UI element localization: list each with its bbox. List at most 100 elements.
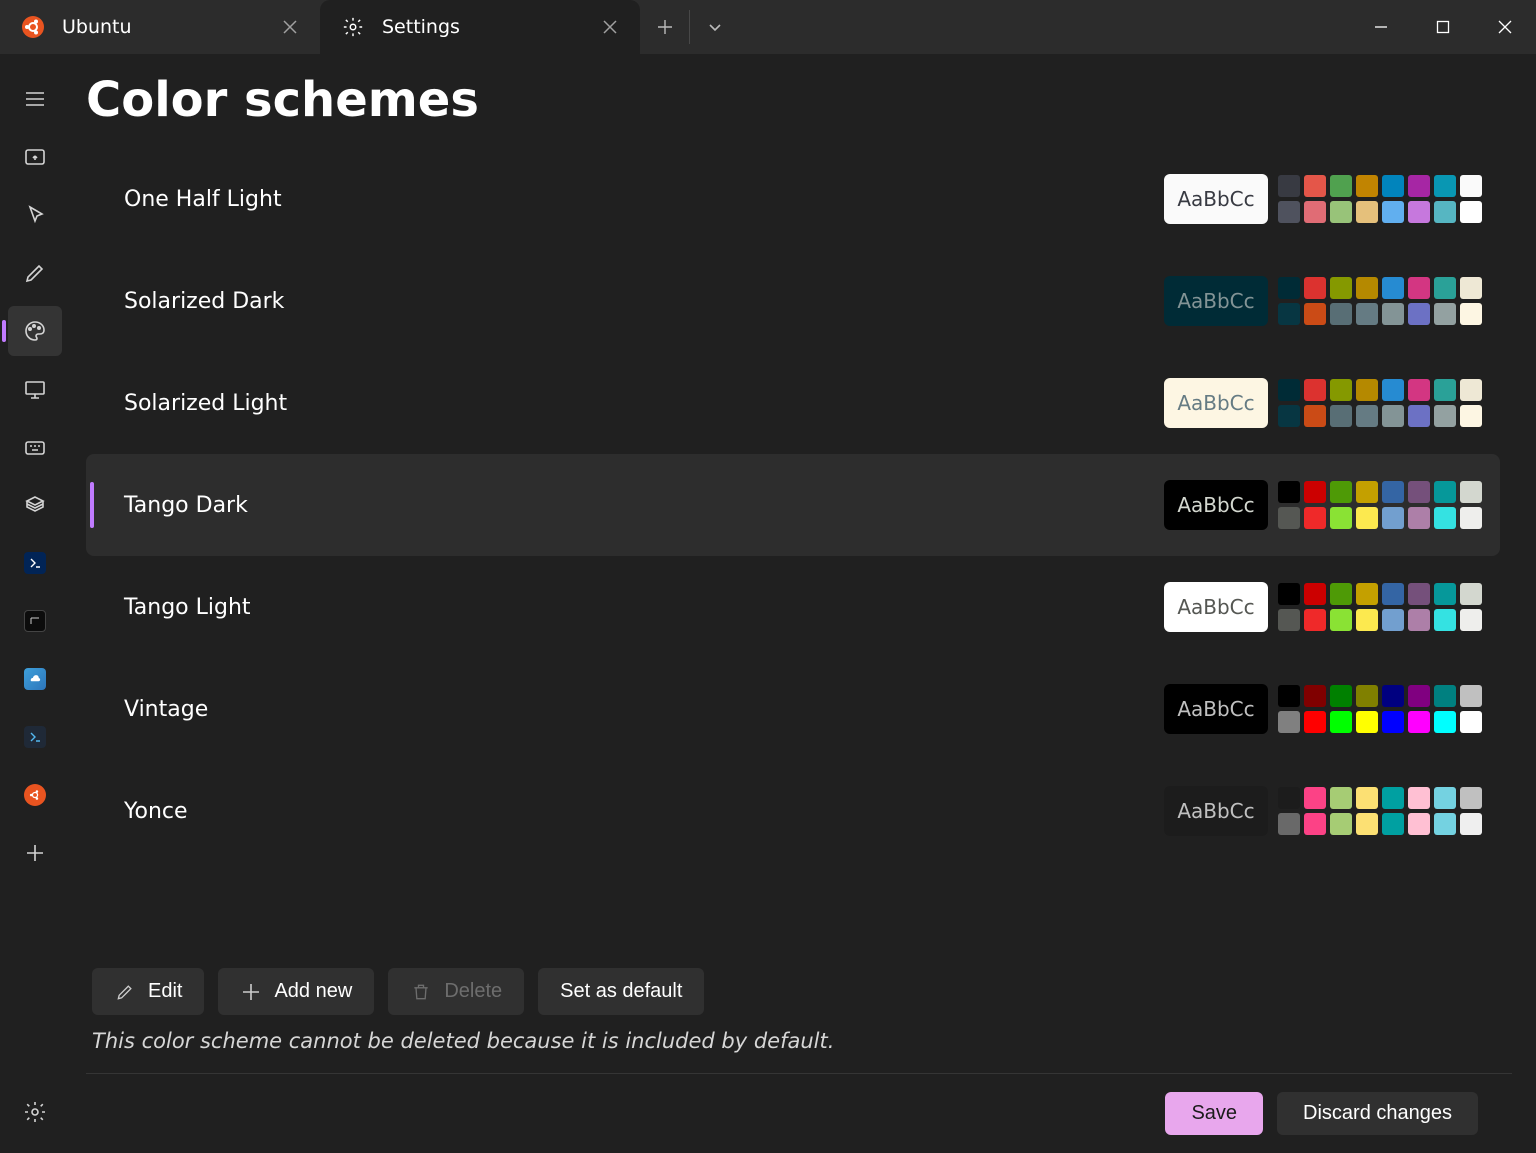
color-swatch [1304, 583, 1326, 605]
color-swatch [1408, 685, 1430, 707]
color-swatch [1460, 303, 1482, 325]
color-swatch [1460, 201, 1482, 223]
color-swatch [1304, 481, 1326, 503]
scheme-name: One Half Light [124, 187, 1164, 212]
color-swatch [1356, 787, 1378, 809]
sidebar-item-startup[interactable] [8, 132, 62, 182]
close-icon[interactable] [596, 13, 624, 41]
sidebar-item-appearance[interactable] [8, 248, 62, 298]
color-swatch [1330, 379, 1352, 401]
color-swatch [1356, 507, 1378, 529]
color-swatch [1460, 481, 1482, 503]
color-swatch [1278, 379, 1300, 401]
color-swatch [1434, 813, 1456, 835]
color-swatch [1304, 787, 1326, 809]
color-swatch [1408, 303, 1430, 325]
color-swatch [1356, 379, 1378, 401]
color-swatch [1356, 609, 1378, 631]
color-swatch [1434, 175, 1456, 197]
sidebar-item-color-schemes[interactable] [8, 306, 62, 356]
color-swatch [1408, 277, 1430, 299]
swatch-grid [1278, 277, 1482, 325]
discard-button[interactable]: Discard changes [1277, 1092, 1478, 1135]
color-swatch [1382, 201, 1404, 223]
sidebar-profile-pwsh[interactable] [8, 712, 62, 762]
color-swatch [1356, 583, 1378, 605]
footer: Save Discard changes [86, 1073, 1512, 1153]
scheme-row[interactable]: Tango LightAaBbCc [86, 556, 1500, 658]
color-swatch [1278, 711, 1300, 733]
titlebar: Ubuntu Settings [0, 0, 1536, 54]
edit-button[interactable]: Edit [92, 968, 204, 1015]
delete-label: Delete [444, 980, 502, 1003]
swatch-grid [1278, 481, 1482, 529]
sidebar-item-rendering[interactable] [8, 364, 62, 414]
trash-icon [410, 981, 432, 1003]
gear-icon [342, 16, 364, 38]
swatch-grid [1278, 379, 1482, 427]
close-icon[interactable] [276, 13, 304, 41]
sidebar-item-compatibility[interactable] [8, 480, 62, 530]
scheme-name: Vintage [124, 697, 1164, 722]
save-button[interactable]: Save [1165, 1092, 1263, 1135]
sidebar-profile-azure[interactable] [8, 654, 62, 704]
color-swatch [1330, 175, 1352, 197]
color-swatch [1356, 711, 1378, 733]
color-swatch [1304, 711, 1326, 733]
scheme-row[interactable]: VintageAaBbCc [86, 658, 1500, 760]
scheme-row[interactable]: Solarized LightAaBbCc [86, 352, 1500, 454]
window-maximize-button[interactable] [1412, 0, 1474, 54]
color-swatch [1434, 405, 1456, 427]
sidebar-profile-powershell[interactable] [8, 538, 62, 588]
sidebar-profile-ubuntu[interactable] [8, 770, 62, 820]
sidebar-item-actions[interactable] [8, 422, 62, 472]
color-swatch [1356, 175, 1378, 197]
tab-ubuntu[interactable]: Ubuntu [0, 0, 320, 54]
color-swatch [1408, 583, 1430, 605]
tab-settings[interactable]: Settings [320, 0, 640, 54]
window-minimize-button[interactable] [1350, 0, 1412, 54]
scheme-row[interactable]: Tango DarkAaBbCc [86, 454, 1500, 556]
color-swatch [1330, 583, 1352, 605]
scheme-row[interactable]: YonceAaBbCc [86, 760, 1500, 862]
tab-dropdown-button[interactable] [690, 0, 740, 54]
color-swatch [1434, 685, 1456, 707]
sidebar-add-profile[interactable] [8, 828, 62, 878]
set-default-button[interactable]: Set as default [538, 968, 704, 1015]
add-new-button[interactable]: Add new [218, 968, 374, 1015]
sidebar-settings-gear[interactable] [8, 1087, 62, 1137]
ubuntu-icon [22, 16, 44, 38]
color-swatch [1278, 405, 1300, 427]
color-swatch [1356, 201, 1378, 223]
menu-button[interactable] [8, 74, 62, 124]
color-swatch [1278, 583, 1300, 605]
color-swatch [1356, 813, 1378, 835]
scheme-preview: AaBbCc [1164, 582, 1268, 632]
edit-label: Edit [148, 980, 182, 1003]
ubuntu-profile-icon [24, 784, 46, 806]
color-swatch [1382, 481, 1404, 503]
window-close-button[interactable] [1474, 0, 1536, 54]
scheme-row[interactable]: One Half LightAaBbCc [86, 148, 1500, 250]
color-swatch [1304, 405, 1326, 427]
color-swatch [1382, 303, 1404, 325]
color-swatch [1278, 787, 1300, 809]
scheme-name: Solarized Dark [124, 289, 1164, 314]
page-title: Color schemes [86, 72, 1512, 128]
sidebar-item-interaction[interactable] [8, 190, 62, 240]
color-swatch [1278, 201, 1300, 223]
color-swatch [1278, 609, 1300, 631]
color-swatch [1330, 609, 1352, 631]
color-swatch [1408, 711, 1430, 733]
color-swatch [1304, 277, 1326, 299]
color-swatch [1382, 175, 1404, 197]
color-swatch [1330, 405, 1352, 427]
color-swatch [1460, 711, 1482, 733]
sidebar-profile-cmd[interactable] [8, 596, 62, 646]
color-swatch [1382, 507, 1404, 529]
scheme-actions: Edit Add new Delete Set as default [86, 960, 1512, 1025]
color-swatch [1460, 609, 1482, 631]
scheme-row[interactable]: Solarized DarkAaBbCc [86, 250, 1500, 352]
new-tab-button[interactable] [640, 10, 690, 44]
color-swatch [1330, 711, 1352, 733]
